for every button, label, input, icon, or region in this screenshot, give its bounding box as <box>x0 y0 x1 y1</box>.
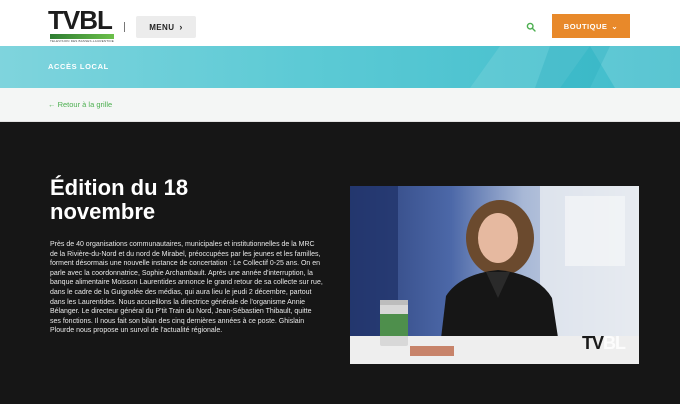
search-icon[interactable] <box>526 22 536 32</box>
section-banner: ACCÈS LOCAL <box>0 46 680 88</box>
back-to-grid-link[interactable]: ← Retour à la grille <box>48 100 112 109</box>
logo-underline <box>50 34 114 39</box>
episode-title: Édition du 18 novembre <box>50 175 189 224</box>
header-divider <box>124 22 125 32</box>
episode-section: Édition du 18 novembre Près de 40 organi… <box>0 122 680 404</box>
chevron-down-icon: ⌄ <box>611 21 619 31</box>
chevron-right-icon: › <box>179 22 183 32</box>
site-header: TVBL TÉLÉVISION DES BASSES-LAURENTIDES ·… <box>0 0 680 46</box>
menu-label: MENU <box>149 22 175 32</box>
boutique-button[interactable]: BOUTIQUE ⌄ <box>552 14 630 38</box>
menu-button[interactable]: MENU › <box>136 16 196 38</box>
breadcrumb-bar: ← Retour à la grille <box>0 88 680 122</box>
watermark-tail: BL <box>603 333 626 353</box>
watermark-main: TV <box>581 333 604 353</box>
video-player[interactable]: TVBL <box>350 186 639 364</box>
logo-text: TVBL <box>48 5 113 35</box>
tvbl-logo[interactable]: TVBL TÉLÉVISION DES BASSES-LAURENTIDES ·… <box>48 5 114 43</box>
boutique-label: BOUTIQUE <box>563 21 608 31</box>
logo-tagline: TÉLÉVISION DES BASSES-LAURENTIDES · L'IM… <box>50 40 114 43</box>
section-title: ACCÈS LOCAL <box>48 62 109 71</box>
page: TVBL TÉLÉVISION DES BASSES-LAURENTIDES ·… <box>0 0 680 404</box>
tvbl-watermark: TVBL <box>581 333 626 353</box>
banner-decoration <box>470 46 680 88</box>
episode-description: Près de 40 organisations communautaires,… <box>50 241 323 335</box>
